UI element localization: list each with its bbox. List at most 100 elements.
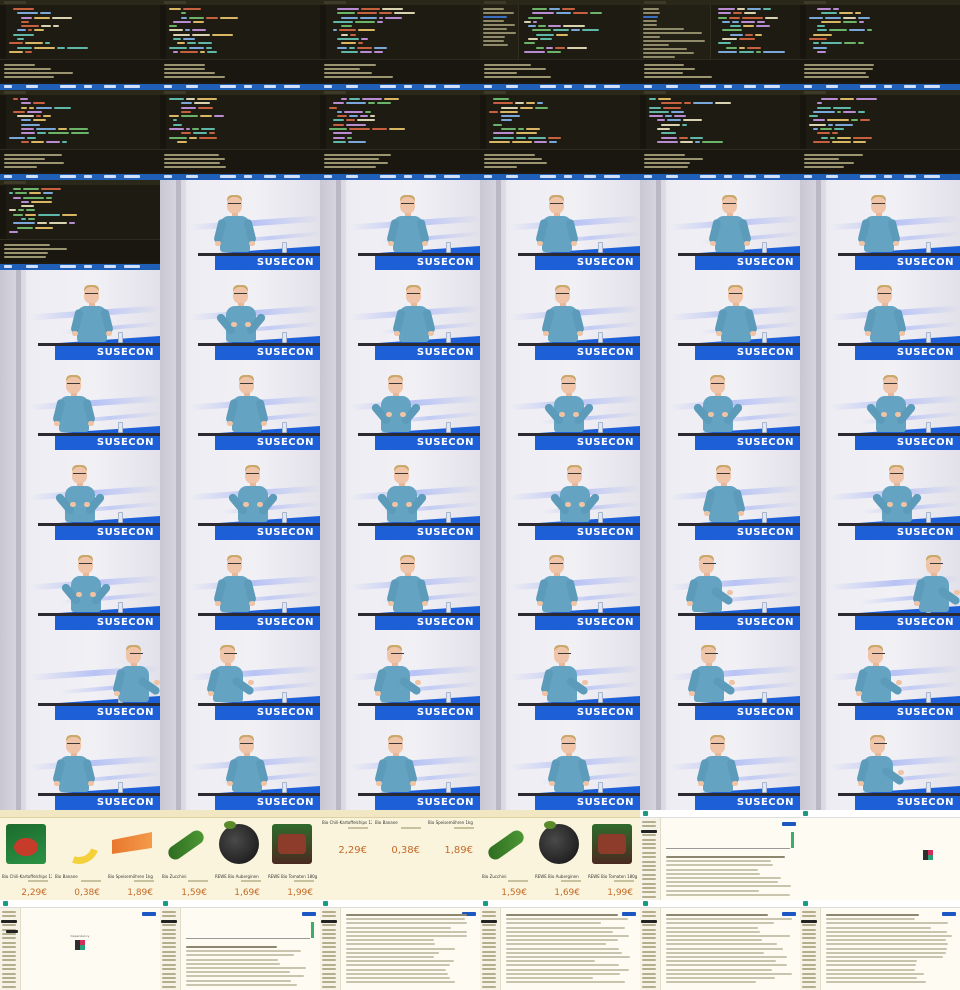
sidebar-item[interactable] [642,955,656,957]
status-item[interactable] [104,265,116,268]
sidebar-item[interactable] [642,977,656,979]
status-item[interactable] [404,85,412,88]
editor-tab[interactable] [4,181,26,184]
status-item[interactable] [724,175,732,178]
sidebar-item[interactable] [802,937,816,940]
sidebar-item[interactable] [162,950,176,953]
status-item[interactable] [26,265,38,268]
sidebar-item[interactable] [2,950,16,953]
table-row[interactable] [666,926,758,929]
sidebar-item[interactable] [2,911,16,913]
table-row[interactable] [346,968,446,971]
status-item[interactable] [564,85,572,88]
table-row[interactable] [506,964,619,967]
product-card[interactable]: Bio Chili-Kartoffelchips 125g 2,29€ [0,818,53,900]
status-item[interactable] [424,85,436,88]
primary-button[interactable] [302,912,316,916]
table-row[interactable] [506,943,607,946]
table-row[interactable] [506,947,619,950]
sidebar-item[interactable] [642,821,656,823]
sidebar-item[interactable] [642,941,656,944]
sidebar-item[interactable] [482,955,496,957]
table-row[interactable] [506,922,601,925]
table-row[interactable] [666,889,760,892]
sidebar-item[interactable] [322,924,336,927]
status-item[interactable] [164,175,172,178]
product-card[interactable]: REWE Bio Auberginen 1,69€ [213,818,266,900]
table-row[interactable] [826,956,943,958]
status-item[interactable] [884,85,892,88]
sidebar-item[interactable] [322,941,336,944]
sidebar-item[interactable] [321,919,337,923]
product-card[interactable]: REWE Bio Auberginen 1,69€ [533,818,586,900]
status-item[interactable] [380,85,396,88]
sidebar-item[interactable] [482,950,496,953]
table-row[interactable] [666,856,785,858]
table-row[interactable] [506,951,622,954]
sidebar-item[interactable] [2,972,16,975]
status-item[interactable] [186,175,198,178]
product-card[interactable]: REWE Bio Tomaten 180g 1,99€ [586,818,639,900]
filter-button[interactable] [6,930,18,933]
sidebar-item[interactable] [162,985,176,988]
sidebar-item[interactable] [642,891,656,894]
status-item[interactable] [506,175,518,178]
sidebar-item[interactable] [642,959,656,962]
product-card[interactable]: Bio Banane 0,38€ [52,817,106,900]
table-row[interactable] [506,914,618,916]
explorer-item[interactable] [643,16,659,18]
explorer-item[interactable] [483,44,509,46]
table-row[interactable] [346,964,451,967]
table-row[interactable] [826,926,932,929]
status-item[interactable] [186,85,198,88]
sidebar-item[interactable] [161,919,177,923]
sidebar-item[interactable] [642,856,656,859]
status-item[interactable] [124,175,140,178]
status-item[interactable] [324,175,332,178]
status-item[interactable] [584,175,596,178]
status-item[interactable] [60,85,76,88]
explorer-item[interactable] [483,36,505,38]
table-row[interactable] [346,939,435,942]
status-item[interactable] [4,265,12,268]
status-item[interactable] [744,85,756,88]
primary-button[interactable] [782,822,796,826]
sidebar-item[interactable] [322,950,336,953]
sidebar-item[interactable] [642,937,656,940]
table-row[interactable] [346,981,455,984]
product-card[interactable]: Bio Chili-Kartoffelchips 125g 2,29€ [320,818,373,900]
sidebar-item[interactable] [2,955,16,957]
status-item[interactable] [804,175,812,178]
explorer-item[interactable] [643,56,676,58]
table-row[interactable] [186,958,278,961]
sidebar-item[interactable] [2,915,16,918]
status-item[interactable] [564,175,572,178]
product-card[interactable]: Bio Banane 0,38€ [373,818,426,900]
sidebar-item[interactable] [162,911,176,913]
explorer-item[interactable] [643,24,658,26]
primary-button[interactable] [942,912,956,916]
status-item[interactable] [540,85,556,88]
table-row[interactable] [186,950,302,953]
status-item[interactable] [700,175,716,178]
table-row[interactable] [826,935,952,937]
sidebar-item[interactable] [802,924,816,927]
table-row[interactable] [346,977,451,979]
status-item[interactable] [264,85,276,88]
editor-tab[interactable] [484,1,506,4]
sidebar-item[interactable] [2,924,16,927]
table-row[interactable] [666,972,792,975]
explorer-item[interactable] [643,28,684,30]
status-item[interactable] [584,85,596,88]
sidebar-item[interactable] [482,985,496,988]
status-item[interactable] [924,85,940,88]
sidebar-item[interactable] [162,941,176,944]
status-item[interactable] [380,175,396,178]
explorer-item[interactable] [643,32,703,34]
table-row[interactable] [506,977,593,979]
sidebar-item[interactable] [802,968,816,971]
status-item[interactable] [244,85,252,88]
sidebar-item[interactable] [162,937,176,940]
sidebar-item[interactable] [322,959,336,962]
sidebar-item[interactable] [802,955,816,957]
